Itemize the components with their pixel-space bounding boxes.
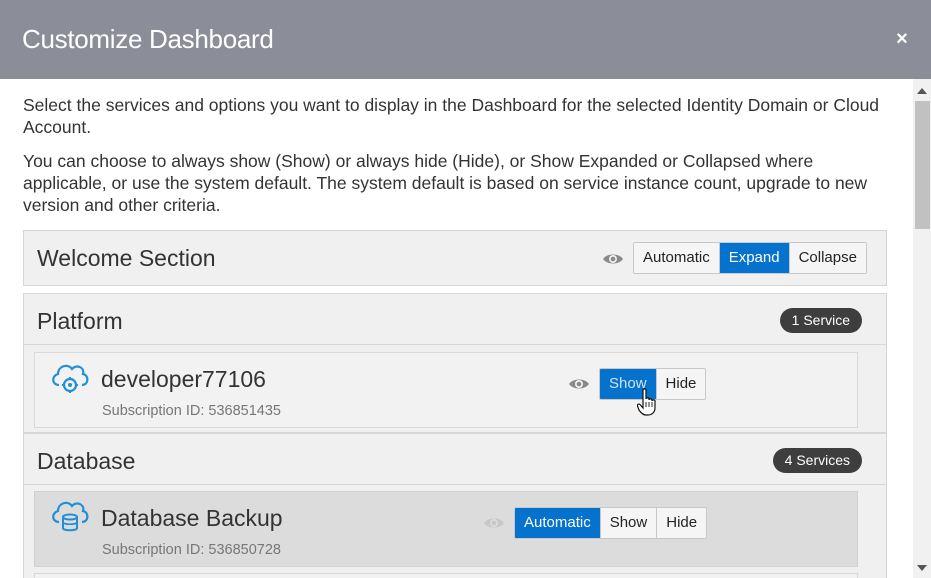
scroll-up-icon[interactable] — [917, 88, 927, 94]
dialog-title: Customize Dashboard — [22, 24, 274, 54]
welcome-collapse-button[interactable]: Collapse — [789, 243, 866, 273]
service-card-database-backup: Database Backup Subscription ID: 5368507… — [34, 491, 858, 567]
cloud-database-icon — [52, 501, 89, 532]
database-section-header: Database 4 Services — [24, 434, 886, 485]
database-backup-automatic-button[interactable]: Automatic — [515, 508, 601, 538]
close-icon[interactable]: × — [893, 29, 911, 49]
welcome-section: Welcome Section Automatic Expand Collaps… — [23, 230, 887, 286]
welcome-option-group: Automatic Expand Collapse — [633, 242, 867, 274]
eye-icon[interactable] — [568, 377, 590, 391]
hand-cursor-icon — [637, 388, 656, 416]
service-card-next — [34, 573, 858, 578]
welcome-section-title: Welcome Section — [37, 245, 216, 271]
dialog-content[interactable]: Select the services and options you want… — [0, 79, 913, 578]
database-service-count-badge: 4 Services — [772, 448, 862, 473]
database-backup-show-button[interactable]: Show — [600, 508, 658, 538]
database-section: Database 4 Services Database Backup Subs… — [23, 433, 887, 578]
intro-paragraph-2: You can choose to always show (Show) or … — [23, 151, 868, 215]
platform-section: Platform 1 Service developer77106 Subscr… — [23, 293, 887, 433]
scroll-down-icon[interactable] — [917, 565, 927, 571]
database-backup-option-group: Automatic Show Hide — [514, 507, 708, 539]
eye-icon[interactable] — [602, 252, 624, 266]
subscription-id: Subscription ID: 536851435 — [102, 403, 281, 419]
service-name: developer77106 — [101, 366, 266, 392]
platform-service-count-badge: 1 Service — [779, 308, 862, 333]
database-backup-hide-button[interactable]: Hide — [657, 508, 707, 538]
platform-section-header: Platform 1 Service — [24, 294, 886, 345]
database-section-title: Database — [37, 448, 136, 474]
welcome-expand-button[interactable]: Expand — [719, 243, 790, 273]
scroll-thumb[interactable] — [915, 101, 930, 229]
platform-section-title: Platform — [37, 308, 123, 334]
eye-icon[interactable] — [483, 516, 505, 530]
dialog-header: Customize Dashboard × — [0, 0, 931, 79]
subscription-id: Subscription ID: 536850728 — [102, 542, 281, 558]
service-card-developer: developer77106 Subscription ID: 53685143… — [34, 352, 858, 428]
intro-paragraph-1: Select the services and options you want… — [23, 95, 880, 137]
service-name: Database Backup — [101, 505, 283, 531]
welcome-automatic-button[interactable]: Automatic — [634, 243, 720, 273]
cloud-gear-icon — [52, 364, 89, 393]
developer-hide-button[interactable]: Hide — [656, 369, 706, 399]
vertical-scrollbar[interactable] — [913, 79, 931, 578]
